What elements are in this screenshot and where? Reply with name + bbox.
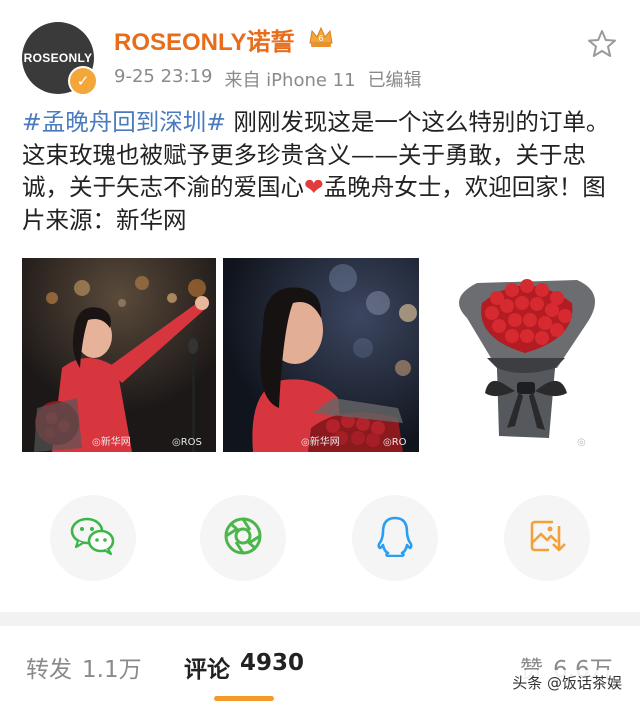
heart-emoji-icon: ❤: [304, 173, 324, 201]
moments-icon: [223, 516, 263, 560]
photo-3-watermark: ◎: [577, 437, 586, 448]
toutiao-watermark: 头条 @饭话茶娱: [508, 670, 626, 695]
post-time: 9-25 23:19: [114, 66, 213, 87]
comment-label: 评论: [184, 657, 230, 683]
post-meta: 9-25 23:19 来自 iPhone 11 已编辑: [114, 66, 422, 92]
share-moments-button[interactable]: [200, 495, 286, 581]
topic-link[interactable]: #孟晚舟回到深圳#: [22, 108, 226, 136]
share-row: [0, 495, 640, 585]
photo-1-watermark: ◎新华网: [92, 437, 131, 448]
post-header: ROSEONLY ✓ ROSEONLY诺誓 6 9-25 23:19 来自 iP…: [0, 0, 640, 100]
photo-1[interactable]: ◎新华网 ◎ROS: [22, 258, 216, 452]
edited-label[interactable]: 已编辑: [368, 66, 422, 92]
post-source: 来自 iPhone 11: [224, 70, 356, 91]
repost-label: 转发: [26, 657, 72, 683]
photo-1-watermark-2: ◎ROS: [172, 437, 202, 448]
share-qq-button[interactable]: [352, 495, 438, 581]
photo-2-watermark: ◎新华网: [301, 437, 340, 448]
qq-icon: [376, 515, 414, 561]
photo-3[interactable]: ◎: [427, 258, 623, 452]
share-wechat-button[interactable]: [50, 495, 136, 581]
comment-count: 4930: [240, 650, 305, 676]
save-image-icon: [527, 516, 567, 560]
post-body: #孟晚舟回到深圳# 刚刚发现这是一个这么特别的订单。这束玫瑰也被赋予更多珍贵含义…: [22, 106, 622, 236]
interaction-tabs: 转发 1.1万 评论 4930 赞 6.6万: [0, 626, 640, 709]
vip-crown-icon[interactable]: 6: [308, 24, 334, 50]
photo-2[interactable]: ◎新华网 ◎RO: [223, 258, 419, 452]
tab-repost[interactable]: 转发 1.1万: [26, 650, 142, 684]
username[interactable]: ROSEONLY诺誓: [114, 22, 294, 57]
repost-count: 1.1万: [82, 657, 142, 683]
photo-2-watermark-2: ◎RO: [383, 437, 407, 448]
wechat-icon: [70, 516, 116, 560]
vip-level: 6: [318, 34, 323, 43]
tab-comments[interactable]: 评论 4930: [184, 650, 304, 684]
save-image-button[interactable]: [504, 495, 590, 581]
verified-badge-icon: ✓: [68, 66, 98, 96]
star-icon[interactable]: [586, 28, 618, 60]
active-tab-indicator: [214, 696, 274, 701]
section-divider: [0, 612, 640, 626]
avatar-text: ROSEONLY: [23, 51, 93, 65]
